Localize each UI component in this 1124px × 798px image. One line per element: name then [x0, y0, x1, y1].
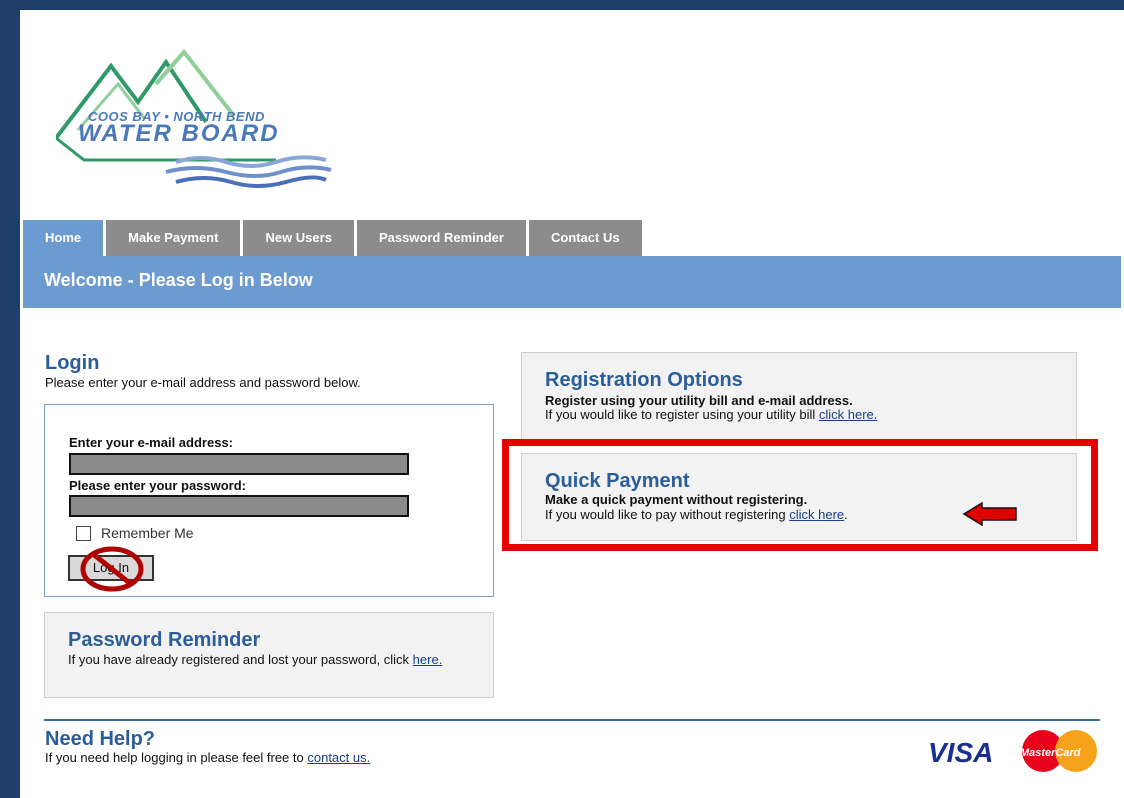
registration-body: If you would like to register using your… — [545, 407, 819, 422]
registration-title: Registration Options — [545, 369, 743, 391]
quick-payment-panel: Quick Payment Make a quick payment witho… — [521, 453, 1077, 541]
quick-payment-body: If you would like to pay without registe… — [545, 507, 790, 522]
password-reminder-text: If you have already registered and lost … — [68, 653, 448, 667]
help-text: If you need help logging in please feel … — [45, 750, 370, 765]
remember-me-checkbox[interactable] — [76, 525, 91, 541]
tab-home[interactable]: Home — [23, 220, 104, 256]
quick-payment-text: If you would like to pay without registe… — [545, 507, 848, 522]
quick-payment-headline: Make a quick payment without registering… — [545, 492, 808, 507]
registration-headline: Register using your utility bill and e-m… — [545, 393, 853, 408]
login-title: Login — [45, 352, 100, 374]
logo-line-2: WATER BOARD — [78, 120, 280, 147]
tab-contact-us[interactable]: Contact Us — [528, 220, 642, 256]
window-left-border — [0, 0, 20, 798]
help-title: Need Help? — [45, 728, 156, 750]
tab-password-reminder[interactable]: Password Reminder — [356, 220, 526, 256]
quick-payment-link[interactable]: click here — [789, 507, 844, 522]
login-form: Enter your e-mail address: Please enter … — [44, 404, 494, 597]
prohibited-icon — [80, 546, 144, 592]
quick-payment-trailing: . — [844, 507, 848, 522]
welcome-banner: Welcome - Please Log in Below — [23, 256, 1121, 308]
remember-me-label: Remember Me — [101, 525, 194, 541]
password-label: Please enter your password: — [69, 478, 247, 493]
password-reminder-panel: Password Reminder If you have already re… — [44, 612, 494, 698]
help-body: If you need help logging in please feel … — [45, 750, 308, 765]
remember-me[interactable]: Remember Me — [76, 525, 194, 541]
visa-logo-icon: VISA — [928, 737, 993, 768]
left-arrow-icon — [962, 502, 1017, 526]
password-reminder-body: If you have already registered and lost … — [68, 652, 413, 667]
contact-us-link[interactable]: contact us. — [307, 750, 370, 765]
registration-link[interactable]: click here. — [819, 407, 878, 422]
mastercard-logo-icon: MasterCard — [1020, 730, 1097, 772]
tab-new-users[interactable]: New Users — [243, 220, 354, 256]
registration-text: If you would like to register using your… — [545, 407, 877, 422]
footer-divider — [44, 719, 1100, 721]
visa-label: VISA — [928, 737, 993, 768]
payment-cards-logo: VISA MasterCard — [928, 730, 1097, 772]
welcome-title: Welcome - Please Log in Below — [44, 270, 313, 290]
email-field[interactable] — [69, 453, 409, 475]
registration-panel: Registration Options Register using your… — [521, 352, 1077, 440]
password-reminder-link[interactable]: here. — [413, 652, 443, 667]
password-field[interactable] — [69, 495, 409, 517]
mastercard-label: MasterCard — [1020, 747, 1081, 759]
login-subtitle: Please enter your e-mail address and pas… — [45, 375, 361, 390]
window-top-border — [0, 0, 1124, 10]
main-nav: Home Make Payment New Users Password Rem… — [23, 220, 645, 256]
email-label: Enter your e-mail address: — [69, 435, 233, 450]
password-reminder-title: Password Reminder — [68, 629, 261, 651]
tab-make-payment[interactable]: Make Payment — [106, 220, 241, 256]
quick-payment-title: Quick Payment — [545, 470, 690, 492]
page: COOS BAY • NORTH BEND WATER BOARD Home M… — [20, 10, 1124, 798]
